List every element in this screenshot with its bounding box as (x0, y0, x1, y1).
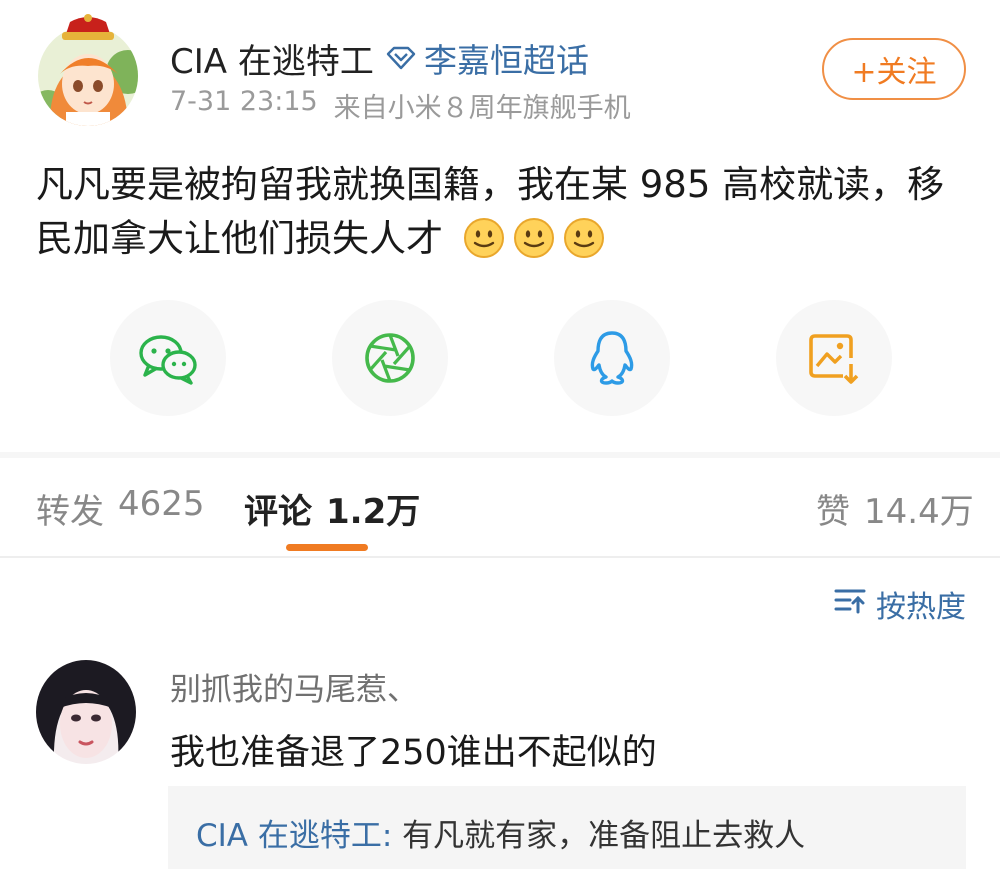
sort-label: 按热度 (876, 590, 966, 625)
section-gap (0, 452, 1000, 458)
commenter-avatar[interactable] (36, 660, 136, 764)
tab-repost[interactable]: 转发 4625 (36, 484, 205, 533)
moments-shutter-icon (365, 333, 415, 383)
share-wechat-button[interactable] (110, 300, 226, 416)
author-reply[interactable]: CIA 在逃特工: 有凡就有家，准备阻止去救人 (168, 786, 966, 869)
emoji-group (443, 217, 605, 260)
tab-repost-label: 转发 (36, 492, 104, 532)
commenter-name[interactable]: 别抓我的马尾惹、 (170, 664, 418, 709)
share-qq-button[interactable] (554, 300, 670, 416)
save-image-icon (809, 334, 859, 384)
qq-penguin-icon (590, 331, 634, 385)
tab-like[interactable]: 赞 14.4万 (816, 484, 974, 533)
smile-emoji-icon (513, 218, 554, 258)
comment-text: 我也准备退了250谁出不起似的 (170, 733, 657, 773)
wechat-icon (139, 335, 197, 385)
sort-icon (834, 586, 866, 622)
share-moments-button[interactable] (332, 300, 448, 416)
tabs-divider (0, 556, 1000, 558)
supertopic-label: 李嘉恒超话 (424, 41, 589, 80)
smile-emoji-icon (463, 218, 504, 258)
tab-repost-count: 4625 (118, 484, 205, 524)
share-save-image-button[interactable] (776, 300, 892, 416)
tab-like-count: 14.4万 (864, 492, 974, 532)
tab-comment-label: 评论 (244, 492, 312, 532)
reply-author[interactable]: CIA 在逃特工: (196, 818, 392, 854)
post-meta: 7-31 23:15 来自小米８周年旗舰手机 (170, 86, 631, 125)
post-body: 凡凡要是被拘留我就换国籍，我在某 985 高校就读，移民加拿大让他们损失人才 (36, 158, 976, 266)
follow-button[interactable]: +关注 (822, 38, 966, 100)
smile-emoji-icon (563, 218, 604, 258)
share-row (0, 300, 1000, 418)
post-source: 来自小米８周年旗舰手机 (333, 93, 631, 124)
weibo-post-page: CIA 在逃特工 李嘉恒超话 7-31 23:15 来自小米８周年旗舰手机 +关… (0, 0, 1000, 869)
supertopic-link[interactable]: 李嘉恒超话 (386, 34, 589, 82)
tab-comment-count: 1.2万 (326, 492, 421, 532)
stat-tabs: 转发 4625 评论 1.2万 赞 14.4万 (0, 470, 1000, 550)
diamond-icon (386, 39, 416, 78)
tab-like-label: 赞 (816, 492, 850, 532)
active-tab-indicator (286, 544, 368, 551)
reply-text: 有凡就有家，准备阻止去救人 (402, 818, 806, 854)
sort-by-hot-button[interactable]: 按热度 (834, 582, 966, 626)
author-avatar[interactable] (36, 12, 144, 128)
author-name[interactable]: CIA 在逃特工 (170, 34, 374, 83)
tab-comment[interactable]: 评论 1.2万 (244, 484, 420, 533)
post-timestamp: 7-31 23:15 (170, 86, 318, 117)
